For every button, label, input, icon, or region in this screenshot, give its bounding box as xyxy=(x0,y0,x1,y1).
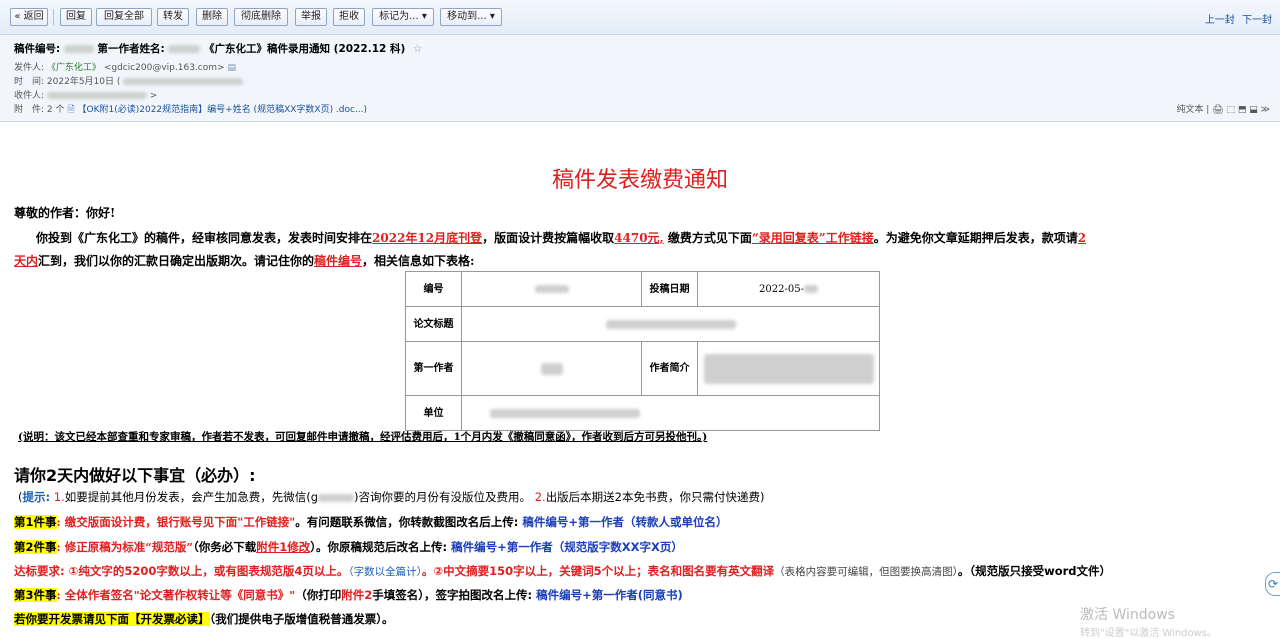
label-author-bio: 作者简介 xyxy=(641,341,698,396)
requirement-tag: 达标要求 xyxy=(14,564,60,578)
reply-all-button[interactable]: 回复全部 xyxy=(96,8,152,26)
activation-watermark: 激活 Windows xyxy=(1080,607,1175,623)
redacted-cell xyxy=(534,285,569,293)
task-tag: 第3件事 xyxy=(14,588,57,602)
redacted-cell xyxy=(803,285,818,293)
task-3: 第3件事: 全体作者签名"论文著作权转让等《同意书》"（你打印附件2手填签名），… xyxy=(14,588,683,602)
label-affiliation: 单位 xyxy=(405,395,462,431)
attachment-link[interactable]: 【OK附1(必读)2022规范指南】编号+姓名 (规范稿XX字数X页) .doc… xyxy=(78,105,368,115)
subject-mid: 第一作者姓名: xyxy=(97,43,165,55)
subject-prefix: 稿件编号: xyxy=(14,43,61,55)
redacted-id xyxy=(63,45,94,53)
publish-date: 2022年12月底刊登 xyxy=(372,231,483,245)
attachment-line: 附 件: 2 个 🗎 【OK附1(必读)2022规范指南】编号+姓名 (规范稿X… xyxy=(14,102,367,118)
invoice-tag: 若你要开发票请见下面【开发票必读】 xyxy=(14,612,210,626)
sender-email: <gdcic200@vip.163.com> xyxy=(103,63,225,73)
toolbar-separator xyxy=(53,9,54,25)
fee-amount: 4470元, xyxy=(614,231,664,245)
task-2: 第2件事: 修正原稿为标准“规范版”（你务必下载附件1修改）。你原稿规范后改名上… xyxy=(14,540,683,554)
invoice-line: 若你要开发票请见下面【开发票必读】（我们提供电子版增值税普通发票）。 xyxy=(14,612,394,626)
contact-card-icon[interactable]: ▤ xyxy=(227,63,236,73)
from-line: 发件人: 《广东化工》 <gdcic200@vip.163.com> ▤ xyxy=(14,60,236,73)
next-mail-link[interactable]: 下一封 xyxy=(1242,15,1272,26)
report-button[interactable]: 举报 xyxy=(295,8,327,26)
reply-button[interactable]: 回复 xyxy=(60,8,92,26)
greeting: 尊敬的作者：你好! xyxy=(14,206,116,220)
redacted-recipient xyxy=(46,92,147,99)
move-to-dropdown[interactable]: 移动到... ▾ xyxy=(440,8,502,26)
task-tag: 第1件事 xyxy=(14,515,57,529)
mail-navigation: 上一封 下一封 xyxy=(1201,11,1272,26)
redacted-cell xyxy=(605,319,736,329)
star-icon[interactable]: ☆ xyxy=(413,43,422,55)
attachment-1-link: 附件1修改 xyxy=(256,540,311,554)
time-value: 2022年5月10日 ( xyxy=(46,77,121,87)
delete-button[interactable]: 删除 xyxy=(196,8,228,26)
activation-watermark-sub: 转到"设置"以激活 Windows。 xyxy=(1080,628,1218,639)
tip-line: (提示: 1.如要提前其他月份发表，会产生加急费，先微信(g)咨询你要的月份有没… xyxy=(18,490,765,504)
from-key: 发件人: xyxy=(14,63,45,73)
to-line: 收件人: > xyxy=(14,91,158,101)
word-doc-icon: 🗎 xyxy=(67,105,75,115)
mark-as-dropdown[interactable]: 标记为... ▾ xyxy=(372,8,434,26)
table-row: 单位 xyxy=(405,395,880,431)
notice-title: 稿件发表缴费通知 xyxy=(551,168,728,193)
sender-name[interactable]: 《广东化工》 xyxy=(47,63,101,73)
label-first-author: 第一作者 xyxy=(405,341,462,396)
task-1: 第1件事: 缴交版面设计费，银行账号见下面"工作链接"。有问题联系微信，你转款截… xyxy=(14,515,728,529)
side-tool-icon[interactable]: ⟳ xyxy=(1265,572,1280,596)
withdraw-note: (说明：该文已经本部查重和专家审稿，作者若不发表，可回复邮件申请撤稿，经评估费用… xyxy=(18,431,708,443)
reply-form-link[interactable]: “录用回复表”工作链接 xyxy=(752,231,874,245)
to-key: 收件人: xyxy=(14,91,45,101)
subject-tail: 《广东化工》稿件录用通知 (2022.12 科) xyxy=(204,43,406,55)
task-tag: 第2件事 xyxy=(14,540,57,554)
paragraph-1: 你投到《广东化工》的稿件，经审核同意发表，发表时间安排在2022年12月底刊登，… xyxy=(36,231,1087,245)
back-button[interactable]: « 返回 xyxy=(10,8,48,26)
table-row: 第一作者 作者简介 xyxy=(405,341,880,396)
submit-date-value: 2022-05- xyxy=(759,283,804,295)
table-row: 论文标题 xyxy=(405,306,880,342)
mail-subject: 稿件编号: 第一作者姓名: 《广东化工》稿件录用通知 (2022.12 科) ☆ xyxy=(14,41,422,56)
redacted-time xyxy=(123,78,244,85)
reject-button[interactable]: 拒收 xyxy=(333,8,365,26)
forward-button[interactable]: 转发 xyxy=(157,8,189,26)
redacted-name xyxy=(168,45,201,53)
todo-heading: 请你2天内做好以下事宜（必办）: xyxy=(14,466,256,485)
redacted-cell xyxy=(703,353,874,384)
requirements: 达标要求: ①纯文字的5200字数以上，或有图表规范版4页以上。（字数以全篇计）… xyxy=(14,564,1112,578)
attach-count: 2 个 xyxy=(46,105,65,115)
time-line: 时 间: 2022年5月10日 ( xyxy=(14,74,244,87)
redacted-cell xyxy=(540,362,563,375)
delete-permanently-button[interactable]: 彻底删除 xyxy=(234,8,288,26)
paragraph-2: 天内汇到，我们以你的汇款日确定出版期次。请记住你的稿件编号，相关信息如下表格: xyxy=(14,254,475,268)
mail-header: 稿件编号: 第一作者姓名: 《广东化工》稿件录用通知 (2022.12 科) ☆… xyxy=(0,35,1280,122)
table-row: 编号 投稿日期 2022-05- xyxy=(405,271,880,307)
attach-key: 附 件: xyxy=(14,105,45,115)
manuscript-number-link: 稿件编号 xyxy=(314,254,363,268)
label-paper-title: 论文标题 xyxy=(405,306,462,342)
label-submit-date: 投稿日期 xyxy=(641,271,698,307)
mail-toolbar: « 返回 回复 回复全部 转发 删除 彻底删除 举报 拒收 标记为... ▾ 移… xyxy=(0,0,1280,35)
manuscript-info-table: 编号 投稿日期 2022-05- 论文标题 第一作者 作者简介 单位 xyxy=(405,271,880,431)
redacted-cell xyxy=(490,408,640,418)
view-options[interactable]: 纯文本 | 🖨 ⬚ ⬒ ⬓ ≫ xyxy=(1176,102,1270,115)
redacted-wechat xyxy=(318,493,355,502)
prev-mail-link[interactable]: 上一封 xyxy=(1205,15,1235,26)
time-key: 时 间: xyxy=(14,77,45,87)
label-id: 编号 xyxy=(405,271,462,307)
